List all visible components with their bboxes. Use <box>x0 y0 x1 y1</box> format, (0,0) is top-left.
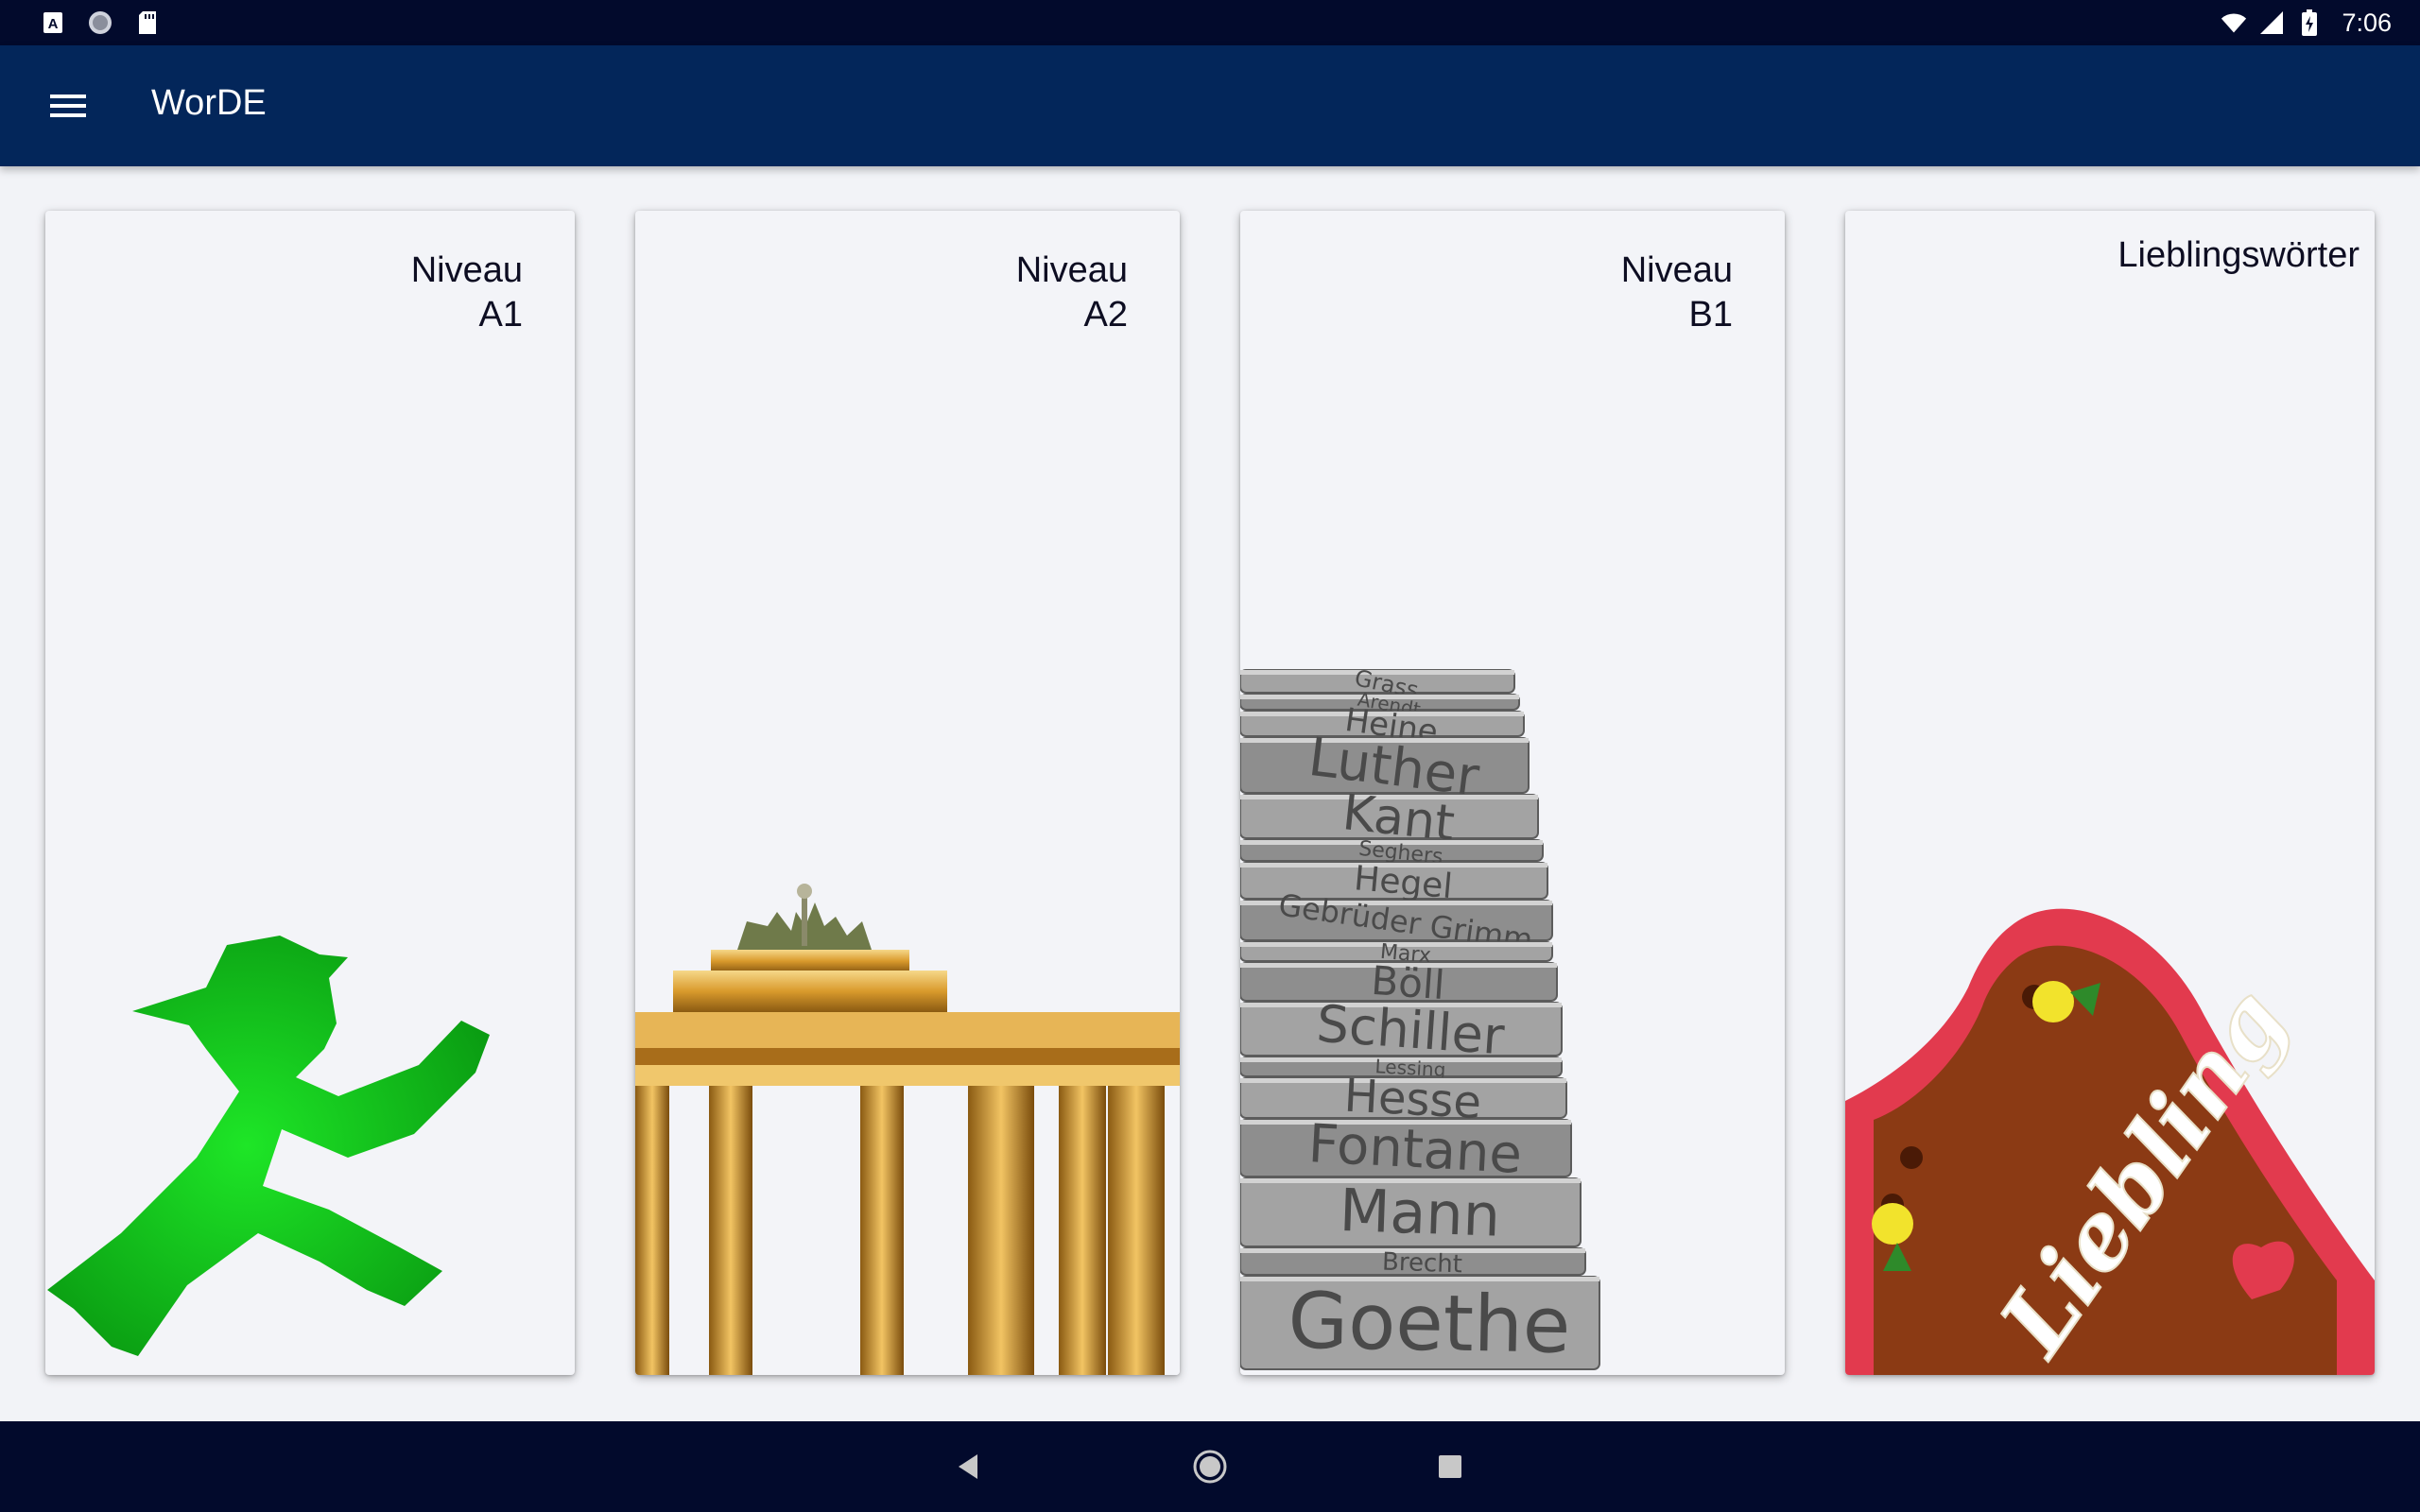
app-title: WorDE <box>151 83 267 123</box>
battery-charging-icon <box>2296 9 2323 36</box>
book-spine-label: Fontane <box>1306 1113 1523 1186</box>
card-title-line2: A2 <box>1083 295 1128 335</box>
book-spine-label: Mann <box>1339 1176 1502 1250</box>
book-spine: Goethe <box>1240 1276 1600 1371</box>
level-a2-card[interactable]: Niveau A2 <box>635 211 1180 1375</box>
signal-icon <box>2258 9 2285 36</box>
circle-notification-icon <box>87 9 113 36</box>
wifi-icon <box>2221 9 2247 36</box>
a-notification-icon: A <box>40 9 66 36</box>
card-title: Niveau B1 <box>1621 249 1733 337</box>
book-spine-label: Goethe <box>1288 1277 1571 1371</box>
clock: 7:06 <box>2342 8 2392 37</box>
sd-card-icon <box>134 9 161 36</box>
book-stack-image: GrassArendtHeineLutherKantSeghersHegelGe… <box>1240 664 1600 1371</box>
app-bar: WorDE <box>0 45 2420 166</box>
back-triangle-icon[interactable] <box>940 1438 996 1495</box>
status-bar: A 7:06 <box>0 0 2420 45</box>
card-title-line1: Niveau <box>1015 250 1128 290</box>
book-spine-label: Brecht <box>1382 1247 1463 1279</box>
book-spine: Mann <box>1240 1176 1582 1250</box>
card-title: Lieblingswörter <box>2118 233 2360 278</box>
card-title-line2: B1 <box>1688 295 1733 335</box>
level-a1-card[interactable]: Niveau A1 <box>45 211 575 1375</box>
card-title-line1: Niveau <box>410 250 523 290</box>
level-b1-card[interactable]: Niveau B1 Grass Arendt Heine Luther Kant Segh… <box>1240 211 1785 1375</box>
book-spine: Fontane <box>1240 1113 1572 1186</box>
card-title-line1: Niveau <box>1620 250 1733 290</box>
navigation-bar <box>0 1421 2420 1512</box>
brandenburg-gate-image <box>635 884 1180 1375</box>
card-title: Niveau A2 <box>1016 249 1128 337</box>
favorite-words-card[interactable]: Lieblingswörter Liebling <box>1845 211 2375 1375</box>
svg-text:A: A <box>48 16 59 32</box>
recents-square-icon[interactable] <box>1422 1438 1478 1495</box>
card-title: Niveau A1 <box>411 249 523 337</box>
gingerbread-heart-image: Liebling <box>1845 908 2375 1375</box>
home-circle-icon[interactable] <box>1182 1438 1238 1495</box>
book-spine: Brecht <box>1240 1247 1586 1279</box>
card-title-line1: Lieblingswörter <box>2118 235 2360 275</box>
ampelmann-image <box>47 936 490 1356</box>
hamburger-menu-icon[interactable] <box>38 77 98 134</box>
card-title-line2: A1 <box>478 295 523 335</box>
